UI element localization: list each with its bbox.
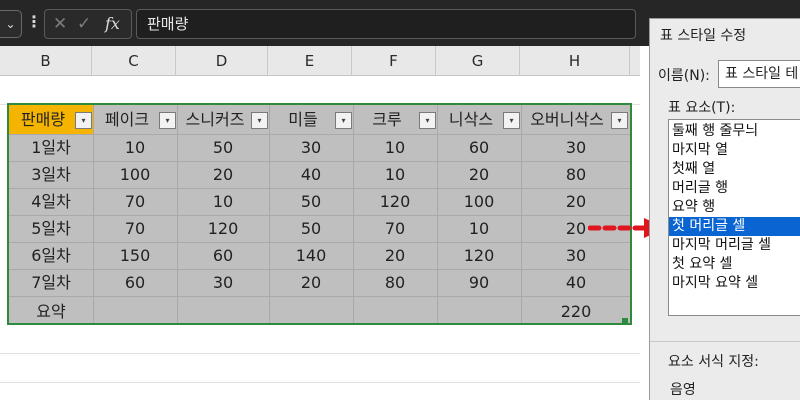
table-cell[interactable]: 140 (269, 241, 353, 270)
filter-dropdown-icon[interactable]: ▾ (335, 112, 352, 129)
modify-table-style-dialog: 표 스타일 수정 이름(N): 표 스타일 테 표 요소(T): 둘째 행 줄무… (649, 18, 800, 400)
column-header[interactable]: H (520, 46, 630, 76)
table-header-cell[interactable]: 니삭스 (437, 105, 505, 134)
list-item[interactable]: 첫째 열 (669, 160, 800, 179)
table-cell[interactable]: 30 (269, 133, 353, 162)
filter-dropdown-icon[interactable]: ▾ (611, 112, 628, 129)
confirm-icon[interactable]: ✓ (77, 12, 91, 36)
table-cell[interactable]: 10 (437, 214, 521, 243)
table-header-cell[interactable]: 오버니삭스 (521, 105, 613, 134)
table-cell[interactable] (437, 297, 521, 326)
name-box-dropdown-icon[interactable]: ⌄ (0, 10, 22, 38)
table-cell[interactable]: 10 (177, 187, 269, 216)
table-cell[interactable]: 10 (353, 160, 437, 189)
filter-dropdown-icon[interactable]: ▾ (75, 112, 92, 129)
table-cell[interactable]: 30 (521, 241, 631, 270)
table-cell[interactable]: 120 (353, 187, 437, 216)
table-cell[interactable] (269, 297, 353, 326)
table-cell[interactable]: 150 (93, 241, 177, 270)
table-cell[interactable]: 20 (177, 160, 269, 189)
table-cell[interactable]: 6일차 (9, 241, 93, 270)
table-cell[interactable]: 40 (521, 268, 631, 297)
list-item[interactable]: 둘째 행 줄무늬 (669, 122, 800, 141)
insert-function-icon[interactable]: fx (105, 12, 120, 36)
column-header-row: B C D E F G H (0, 46, 640, 76)
list-item-selected[interactable]: 첫 머리글 셀 (669, 217, 800, 236)
column-header[interactable]: B (0, 46, 92, 76)
more-options-icon[interactable]: ⋮ (26, 12, 42, 32)
table-cell[interactable]: 60 (93, 268, 177, 297)
table-cell[interactable]: 100 (437, 187, 521, 216)
table-header-cell[interactable]: 스니커즈 (177, 105, 253, 134)
column-header[interactable]: E (268, 46, 352, 76)
column-header[interactable]: D (176, 46, 268, 76)
table-resize-handle[interactable] (622, 318, 628, 324)
table-cell[interactable]: 30 (177, 268, 269, 297)
list-item[interactable]: 마지막 요약 셀 (669, 274, 800, 293)
filter-dropdown-icon[interactable]: ▾ (251, 112, 268, 129)
formula-input[interactable]: 판매량 (136, 9, 636, 39)
cancel-icon[interactable]: ✕ (53, 12, 67, 36)
table-cell[interactable]: 30 (521, 133, 631, 162)
table-cell[interactable]: 50 (269, 214, 353, 243)
filter-dropdown-icon[interactable]: ▾ (159, 112, 176, 129)
column-header[interactable]: C (92, 46, 176, 76)
style-name-label: 이름(N): (658, 68, 710, 84)
table-cell[interactable]: 20 (353, 241, 437, 270)
data-table[interactable]: 판매량 ▾ 페이크 ▾ 스니커즈 ▾ 미들 ▾ 크루 ▾ 니삭스 ▾ 오버니삭스… (7, 103, 632, 325)
shading-label: 음영 (670, 382, 696, 398)
element-format-label: 요소 서식 지정: (668, 354, 759, 370)
table-header-cell[interactable]: 페이크 (93, 105, 161, 134)
table-elements-label: 표 요소(T): (668, 100, 736, 116)
table-cell[interactable]: 70 (93, 187, 177, 216)
table-cell[interactable]: 70 (353, 214, 437, 243)
table-cell[interactable] (93, 297, 177, 326)
table-cell[interactable]: 7일차 (9, 268, 93, 297)
table-cell[interactable]: 10 (93, 133, 177, 162)
column-header[interactable]: G (436, 46, 520, 76)
table-elements-list[interactable]: 둘째 행 줄무늬 마지막 열 첫째 열 머리글 행 요약 행 첫 머리글 셀 마… (668, 119, 800, 316)
table-cell[interactable]: 120 (177, 214, 269, 243)
table-cell[interactable]: 70 (93, 214, 177, 243)
table-cell[interactable]: 1일차 (9, 133, 93, 162)
table-cell[interactable]: 10 (353, 133, 437, 162)
formula-actions: ✕ ✓ fx (44, 9, 132, 39)
table-cell[interactable]: 40 (269, 160, 353, 189)
summary-total-cell[interactable]: 220 (521, 297, 631, 326)
list-item[interactable]: 마지막 머리글 셀 (669, 236, 800, 255)
table-cell[interactable]: 50 (177, 133, 269, 162)
dialog-title: 표 스타일 수정 (660, 28, 747, 44)
list-item[interactable]: 머리글 행 (669, 179, 800, 198)
table-cell[interactable]: 50 (269, 187, 353, 216)
table-cell[interactable]: 4일차 (9, 187, 93, 216)
table-cell[interactable]: 20 (521, 187, 631, 216)
table-cell[interactable] (177, 297, 269, 326)
filter-dropdown-icon[interactable]: ▾ (419, 112, 436, 129)
table-cell[interactable]: 90 (437, 268, 521, 297)
list-item[interactable]: 요약 행 (669, 198, 800, 217)
table-cell[interactable]: 60 (177, 241, 269, 270)
table-cell[interactable]: 20 (269, 268, 353, 297)
style-name-input[interactable]: 표 스타일 테 (718, 60, 800, 88)
list-item[interactable]: 첫 요약 셀 (669, 255, 800, 274)
table-header-cell[interactable]: 판매량 (9, 105, 77, 134)
dialog-separator (650, 341, 800, 342)
filter-dropdown-icon[interactable]: ▾ (503, 112, 520, 129)
column-header[interactable]: F (352, 46, 436, 76)
summary-label-cell[interactable]: 요약 (9, 297, 93, 326)
table-cell[interactable]: 100 (93, 160, 177, 189)
table-cell[interactable]: 120 (437, 241, 521, 270)
table-header-cell[interactable]: 크루 (353, 105, 421, 134)
table-header-cell[interactable]: 미들 (269, 105, 337, 134)
table-cell[interactable]: 80 (353, 268, 437, 297)
table-cell[interactable]: 5일차 (9, 214, 93, 243)
table-cell[interactable]: 60 (437, 133, 521, 162)
table-cell[interactable]: 80 (521, 160, 631, 189)
table-cell[interactable]: 20 (437, 160, 521, 189)
list-item[interactable]: 마지막 열 (669, 141, 800, 160)
table-cell[interactable]: 3일차 (9, 160, 93, 189)
table-cell[interactable] (353, 297, 437, 326)
